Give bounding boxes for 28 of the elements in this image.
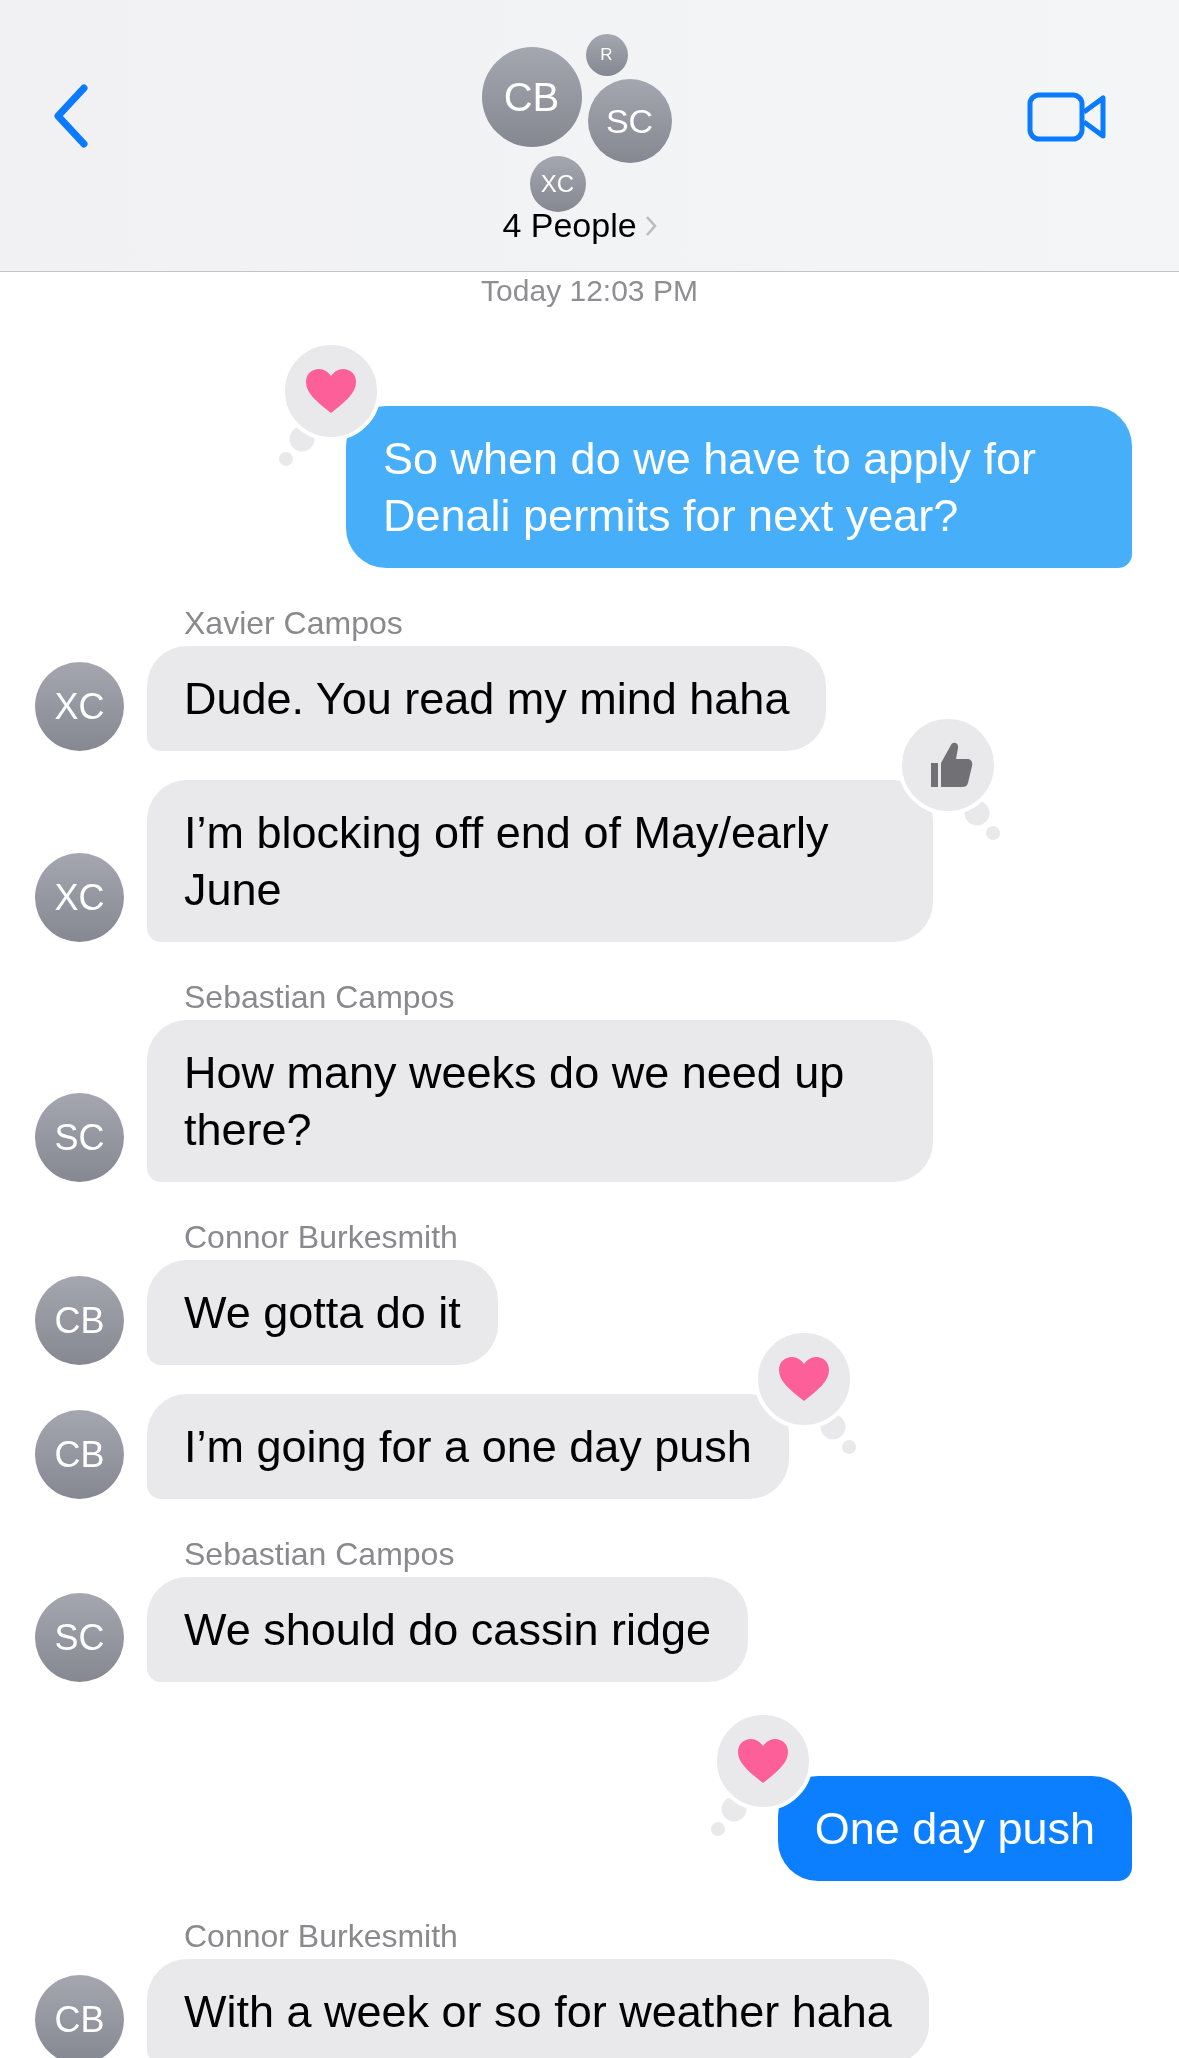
received-message-bubble[interactable]: How many weeks do we need up there? [147,1020,933,1182]
avatar: R [585,34,628,76]
sender-name: Connor Burkesmith [183,1917,459,1955]
sender-name: Connor Burkesmith [183,1218,459,1256]
avatar: XC [529,156,586,212]
received-message-bubble[interactable]: I’m going for a one day push [147,1394,789,1499]
received-message-bubble[interactable]: We should do cassin ridge [147,1577,748,1682]
avatar: XC [35,853,124,942]
sender-name: Sebastian Campos [183,978,456,1016]
avatar: SC [587,79,672,163]
back-icon[interactable] [52,84,90,148]
avatar: CB [481,47,582,147]
received-message-bubble[interactable]: We gotta do it [147,1260,498,1365]
avatar: XC [35,662,124,751]
sender-name: Sebastian Campos [183,1535,456,1573]
received-message-bubble[interactable]: Dude. You read my mind haha [147,646,827,751]
avatar: CB [35,1975,124,2058]
sent-message-bubble[interactable]: One day push [777,1776,1132,1881]
sender-name: Xavier Campos [183,604,404,642]
avatar: SC [35,1093,124,1182]
avatar: CB [35,1276,124,1365]
timestamp: Today 12:03 PM [481,273,698,309]
avatar: SC [35,1593,124,1682]
avatar: CB [35,1410,124,1499]
chevron-right-icon [644,214,657,237]
received-message-bubble[interactable]: I’m blocking off end of May/early June [147,780,933,942]
received-message-bubble[interactable]: With a week or so for weather haha [147,1959,929,2058]
video-call-icon[interactable] [1027,92,1107,142]
